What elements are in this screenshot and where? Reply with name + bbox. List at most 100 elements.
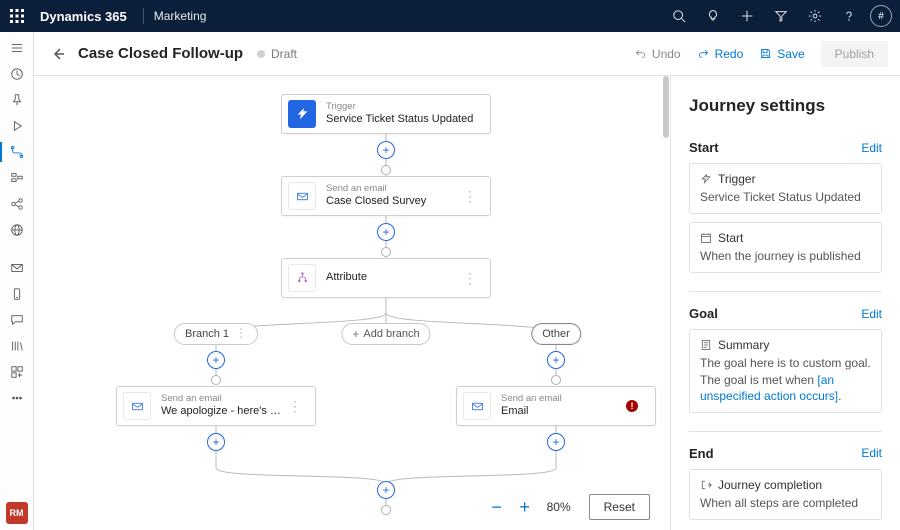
scrollbar-thumb[interactable] xyxy=(663,76,669,138)
nav-share[interactable] xyxy=(4,192,30,216)
journey-canvas[interactable]: Trigger Service Ticket Status Updated + … xyxy=(34,76,670,530)
gear-icon xyxy=(808,9,822,23)
mail-icon xyxy=(123,392,151,420)
branch-1-pill[interactable]: Branch 1 ⋮ xyxy=(174,323,258,345)
brand-divider xyxy=(143,8,144,24)
undo-icon xyxy=(634,47,647,60)
module-label[interactable]: Marketing xyxy=(154,9,207,23)
add-step-2[interactable]: + xyxy=(377,223,395,241)
goal-summary-card[interactable]: Summary The goal here is to custom goal.… xyxy=(689,329,882,413)
funnel-icon xyxy=(774,9,788,23)
emailR-label: Send an email xyxy=(501,393,645,405)
brand-label[interactable]: Dynamics 365 xyxy=(34,9,133,24)
node-menu-button[interactable]: ⋮ xyxy=(461,194,480,198)
nav-templates[interactable] xyxy=(4,360,30,384)
status-indicator: Draft xyxy=(257,47,297,61)
nav-chat[interactable] xyxy=(4,308,30,332)
add-step-after-branch1[interactable]: + xyxy=(207,433,225,451)
avatar-initial: # xyxy=(878,11,884,22)
section-divider xyxy=(689,431,882,432)
node-trigger[interactable]: Trigger Service Ticket Status Updated xyxy=(281,94,491,134)
branch-other-pill[interactable]: Other xyxy=(531,323,581,345)
start-trigger-card[interactable]: Trigger Service Ticket Status Updated xyxy=(689,163,882,214)
undo-button[interactable]: Undo xyxy=(626,43,689,65)
node-menu-button[interactable]: ⋮ xyxy=(286,404,305,408)
page-header: Case Closed Follow-up Draft Undo Redo Sa… xyxy=(34,32,900,76)
ellipsis-icon xyxy=(10,391,24,405)
mail-icon xyxy=(10,261,24,275)
nav-mobile[interactable] xyxy=(4,282,30,306)
email1-value: Case Closed Survey xyxy=(326,195,461,209)
segments-icon xyxy=(10,171,24,185)
canvas-scrollbar[interactable] xyxy=(662,76,670,530)
filter-button[interactable] xyxy=(764,0,798,32)
nav-library[interactable] xyxy=(4,334,30,358)
zoom-reset-button[interactable]: Reset xyxy=(589,494,650,520)
add-step-after-other[interactable]: + xyxy=(547,433,565,451)
other-label: Other xyxy=(542,328,570,340)
end-edit-link[interactable]: Edit xyxy=(861,446,882,460)
branch-menu-button[interactable]: ⋮ xyxy=(235,332,247,336)
node-menu-button[interactable]: ⋮ xyxy=(461,276,480,280)
settings-title: Journey settings xyxy=(689,96,882,116)
zoom-out-button[interactable]: − xyxy=(485,495,509,519)
flow-icon xyxy=(10,145,24,159)
pin-icon xyxy=(10,93,24,107)
add-button[interactable] xyxy=(730,0,764,32)
add-step-1[interactable]: + xyxy=(377,141,395,159)
start-timing-card[interactable]: Start When the journey is published xyxy=(689,222,882,273)
globe-icon xyxy=(10,223,24,237)
add-step-merge[interactable]: + xyxy=(377,481,395,499)
redo-button[interactable]: Redo xyxy=(689,43,752,65)
node-email-apology[interactable]: Send an email We apologize - here's 10% … xyxy=(116,386,316,426)
completion-card-title: Journey completion xyxy=(718,478,822,492)
back-button[interactable] xyxy=(46,42,70,66)
nav-segments[interactable] xyxy=(4,166,30,190)
play-icon xyxy=(10,119,24,133)
publish-button[interactable]: Publish xyxy=(821,41,888,67)
trigger-card-title: Trigger xyxy=(718,172,756,186)
nav-play[interactable] xyxy=(4,114,30,138)
help-button[interactable] xyxy=(832,0,866,32)
end-completion-card[interactable]: Journey completion When all steps are co… xyxy=(689,469,882,520)
node-email-case-closed-survey[interactable]: Send an email Case Closed Survey ⋮ xyxy=(281,176,491,216)
start-card-body: When the journey is published xyxy=(700,248,871,264)
status-dot-icon xyxy=(257,50,265,58)
add-branch-button[interactable]: + Add branch xyxy=(341,323,430,345)
nav-email[interactable] xyxy=(4,256,30,280)
trigger-icon xyxy=(288,100,316,128)
start-title: Start xyxy=(689,140,719,155)
completion-card-body: When all steps are completed xyxy=(700,495,871,511)
nav-pinned[interactable] xyxy=(4,88,30,112)
add-step-other[interactable]: + xyxy=(547,351,565,369)
nav-recent[interactable] xyxy=(4,62,30,86)
clock-icon xyxy=(10,67,24,81)
summary-card-body: The goal here is to custom goal. The goa… xyxy=(700,355,871,404)
assist-button[interactable] xyxy=(696,0,730,32)
zoom-value: 80% xyxy=(541,500,577,514)
email1-label: Send an email xyxy=(326,183,461,195)
section-divider xyxy=(689,291,882,292)
app-launcher-button[interactable] xyxy=(0,0,34,32)
goal-title: Goal xyxy=(689,306,718,321)
add-step-branch1[interactable]: + xyxy=(207,351,225,369)
settings-section-end: End Edit Journey completion When all ste… xyxy=(689,446,882,520)
error-badge[interactable]: ! xyxy=(626,400,638,412)
search-icon xyxy=(672,9,686,23)
mail-icon xyxy=(463,392,491,420)
user-avatar[interactable]: # xyxy=(870,5,892,27)
search-button[interactable] xyxy=(662,0,696,32)
goal-edit-link[interactable]: Edit xyxy=(861,307,882,321)
save-button[interactable]: Save xyxy=(751,43,812,65)
nav-journeys[interactable] xyxy=(4,140,30,164)
device-icon xyxy=(10,287,24,301)
nav-hamburger[interactable] xyxy=(4,36,30,60)
nav-analytics[interactable] xyxy=(4,218,30,242)
zoom-in-button[interactable]: + xyxy=(513,495,537,519)
settings-button[interactable] xyxy=(798,0,832,32)
profile-badge[interactable]: RM xyxy=(6,502,28,524)
start-edit-link[interactable]: Edit xyxy=(861,141,882,155)
node-attribute[interactable]: Attribute ⋮ xyxy=(281,258,491,298)
plus-icon xyxy=(740,9,754,23)
nav-more[interactable] xyxy=(4,386,30,410)
